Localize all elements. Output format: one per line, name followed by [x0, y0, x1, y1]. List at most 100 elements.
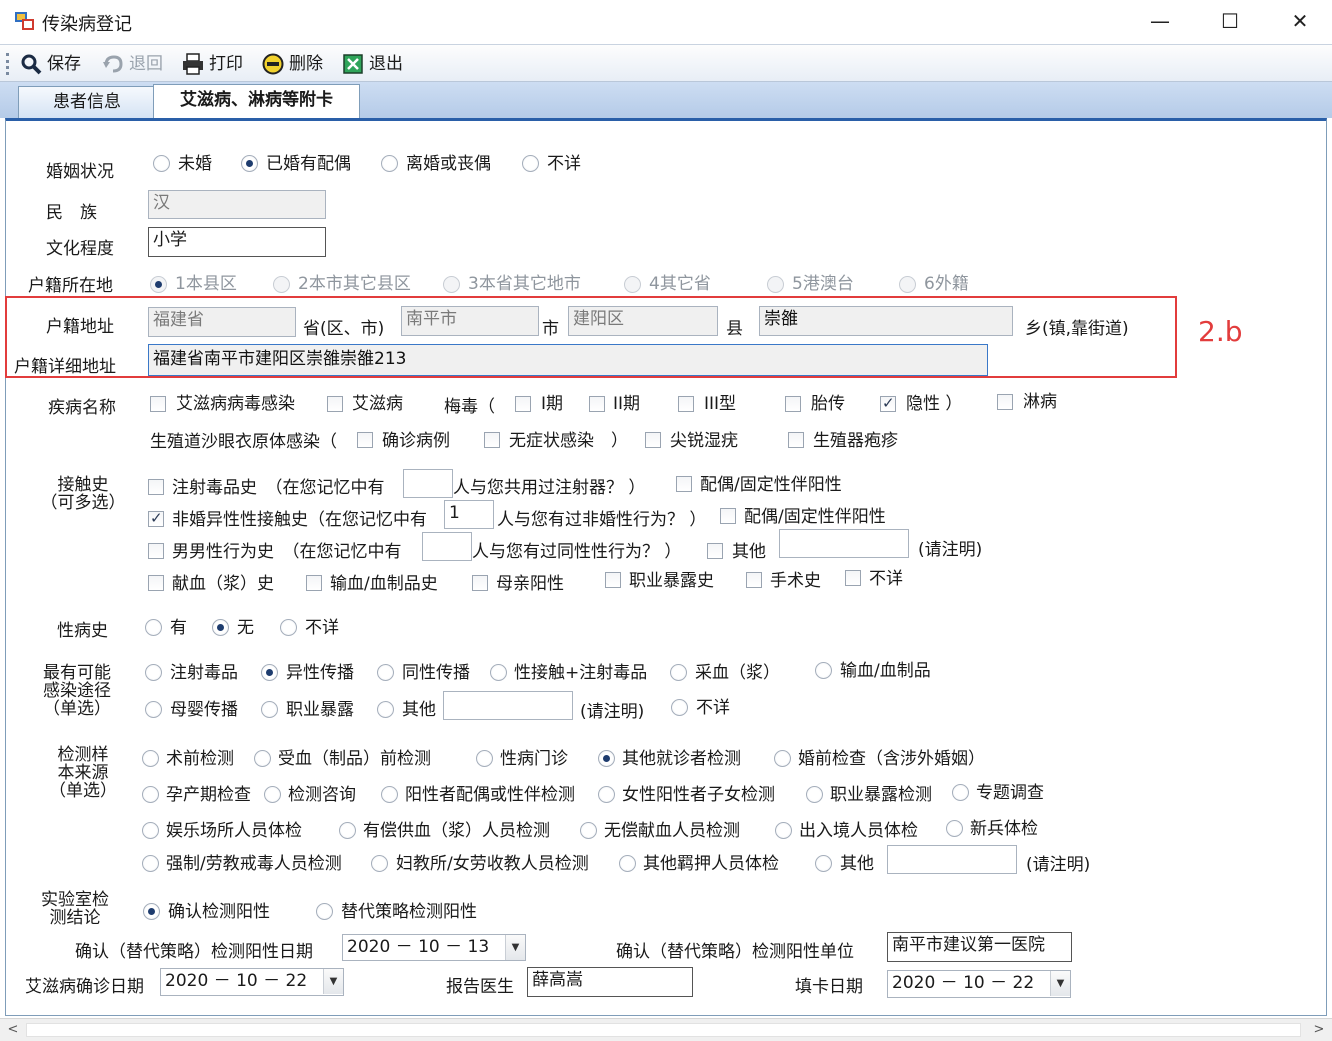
hh-hk-macau-tw-radio[interactable] [767, 276, 784, 293]
injection-drug-checkbox[interactable] [148, 479, 164, 495]
lab-confirmed-radio[interactable] [143, 903, 160, 920]
minimize-button[interactable]: — [1130, 4, 1190, 38]
mother-positive-checkbox[interactable] [472, 575, 488, 591]
diagnosis-date-picker[interactable]: 2020 － 10 － 22 ▼ [160, 968, 344, 996]
src-std-clinic-radio[interactable] [476, 750, 493, 767]
src-prenatal-radio[interactable] [142, 786, 159, 803]
scrollbar-thumb[interactable] [26, 1023, 1301, 1037]
maximize-button[interactable]: ☐ [1200, 4, 1260, 38]
chlamydia-confirmed-checkbox[interactable] [357, 432, 373, 448]
contact-other-field[interactable] [779, 529, 909, 558]
src-other-detention-radio[interactable] [619, 855, 636, 872]
hh-other-province-radio[interactable] [624, 276, 641, 293]
tab-aids-std-card[interactable]: 艾滋病、淋病等附卡 [153, 84, 360, 119]
marital-unknown-radio[interactable] [522, 155, 539, 172]
occupational-checkbox[interactable] [605, 572, 621, 588]
confirm-date-picker[interactable]: 2020 － 10 － 13 ▼ [342, 934, 526, 961]
syphilis-stage3-checkbox[interactable] [678, 396, 694, 412]
back-button[interactable]: 退回 [102, 52, 163, 76]
injection-count-field[interactable] [403, 469, 453, 498]
hh-city-county-radio[interactable] [273, 276, 290, 293]
gonorrhea-checkbox[interactable] [997, 394, 1013, 410]
src-women-detention-radio[interactable] [371, 855, 388, 872]
std-yes-radio[interactable] [145, 619, 162, 636]
confirm-unit-field[interactable]: 南平市建议第一医院 [887, 932, 1072, 962]
src-children-radio[interactable] [598, 786, 615, 803]
route-unknown-radio[interactable] [671, 699, 688, 716]
tab-patient-info[interactable]: 患者信息 [18, 86, 156, 118]
std-unknown-radio[interactable] [280, 619, 297, 636]
marital-divorced-radio[interactable] [381, 155, 398, 172]
herpes-checkbox[interactable] [788, 432, 804, 448]
src-occupational-radio[interactable] [806, 786, 823, 803]
marital-married-radio[interactable] [241, 155, 258, 172]
aids-checkbox[interactable] [327, 396, 343, 412]
syphilis-latent-checkbox[interactable] [880, 394, 896, 412]
src-other-field[interactable] [887, 845, 1017, 874]
hiv-infection-checkbox[interactable] [150, 396, 166, 412]
close-button[interactable]: ✕ [1270, 4, 1330, 38]
route-occupational-radio[interactable] [261, 701, 278, 718]
syphilis-fetal-checkbox[interactable] [785, 396, 801, 412]
src-paid-donor-radio[interactable] [339, 822, 356, 839]
lab-alternative-radio[interactable] [316, 903, 333, 920]
src-pretransfusion-radio[interactable] [254, 750, 271, 767]
spouse-positive-1-checkbox[interactable] [676, 476, 692, 492]
src-other-patient-radio[interactable] [598, 750, 615, 767]
msm-count-field[interactable] [422, 532, 472, 561]
chevron-down-icon[interactable]: ▼ [323, 969, 343, 994]
blood-donation-checkbox[interactable] [148, 575, 164, 591]
hetero-count-field[interactable]: 1 [444, 500, 494, 529]
save-button[interactable]: 保存 [20, 52, 81, 76]
doctor-field[interactable]: 薛高嵩 [527, 967, 693, 997]
surgery-checkbox[interactable] [746, 572, 762, 588]
fill-date-picker[interactable]: 2020 － 10 － 22 ▼ [887, 970, 1071, 998]
hh-foreign-radio[interactable] [899, 276, 916, 293]
std-no-radio[interactable] [212, 619, 229, 636]
print-button[interactable]: 打印 [182, 52, 243, 76]
src-forced-rehab-radio[interactable] [142, 855, 159, 872]
route-mother-child-radio[interactable] [145, 701, 162, 718]
src-entertainment-radio[interactable] [142, 822, 159, 839]
src-survey-radio[interactable] [952, 784, 969, 801]
src-partner-radio[interactable] [381, 786, 398, 803]
spouse-positive-2-checkbox[interactable] [720, 508, 736, 524]
hetero-contact-checkbox[interactable] [148, 509, 164, 527]
contact-unknown-checkbox[interactable] [845, 570, 861, 586]
transfusion-checkbox[interactable] [306, 575, 322, 591]
src-premarital-radio[interactable] [774, 750, 791, 767]
syphilis-stage2-checkbox[interactable] [589, 396, 605, 412]
route-homo-radio[interactable] [377, 664, 394, 681]
chevron-down-icon[interactable]: ▼ [1050, 971, 1070, 996]
route-other-radio[interactable] [377, 701, 394, 718]
src-consult-radio[interactable] [264, 786, 281, 803]
scroll-right-icon[interactable]: > [1309, 1021, 1329, 1039]
toolbar-grip[interactable] [6, 53, 9, 75]
hh-local-county-radio[interactable] [150, 276, 167, 293]
route-hetero-radio[interactable] [261, 664, 278, 681]
msm-checkbox[interactable] [148, 543, 164, 559]
src-preop-radio[interactable] [142, 750, 159, 767]
route-injection-radio[interactable] [145, 664, 162, 681]
marital-unmarried-radio[interactable] [153, 155, 170, 172]
route-plasma-radio[interactable] [670, 664, 687, 681]
hh-province-city-radio[interactable] [443, 276, 460, 293]
route-transfusion-radio[interactable] [815, 662, 832, 679]
ethnicity-field[interactable]: 汉 [148, 190, 326, 219]
contact-other-checkbox[interactable] [707, 543, 723, 559]
src-other-radio[interactable] [815, 855, 832, 872]
src-immigration-radio[interactable] [775, 822, 792, 839]
route-sex-injection-radio[interactable] [490, 664, 507, 681]
delete-button[interactable]: 删除 [262, 52, 323, 76]
education-field[interactable]: 小学 [148, 227, 326, 257]
condyloma-checkbox[interactable] [645, 432, 661, 448]
syphilis-stage1-checkbox[interactable] [515, 396, 531, 412]
chevron-down-icon[interactable]: ▼ [505, 935, 525, 960]
src-free-donor-radio[interactable] [580, 822, 597, 839]
route-other-field[interactable] [443, 691, 573, 720]
chlamydia-asymptomatic-checkbox[interactable] [484, 432, 500, 448]
src-recruit-radio[interactable] [946, 820, 963, 837]
horizontal-scrollbar[interactable]: < > [0, 1018, 1332, 1041]
scroll-left-icon[interactable]: < [3, 1021, 23, 1039]
exit-button[interactable]: 退出 [342, 52, 403, 76]
